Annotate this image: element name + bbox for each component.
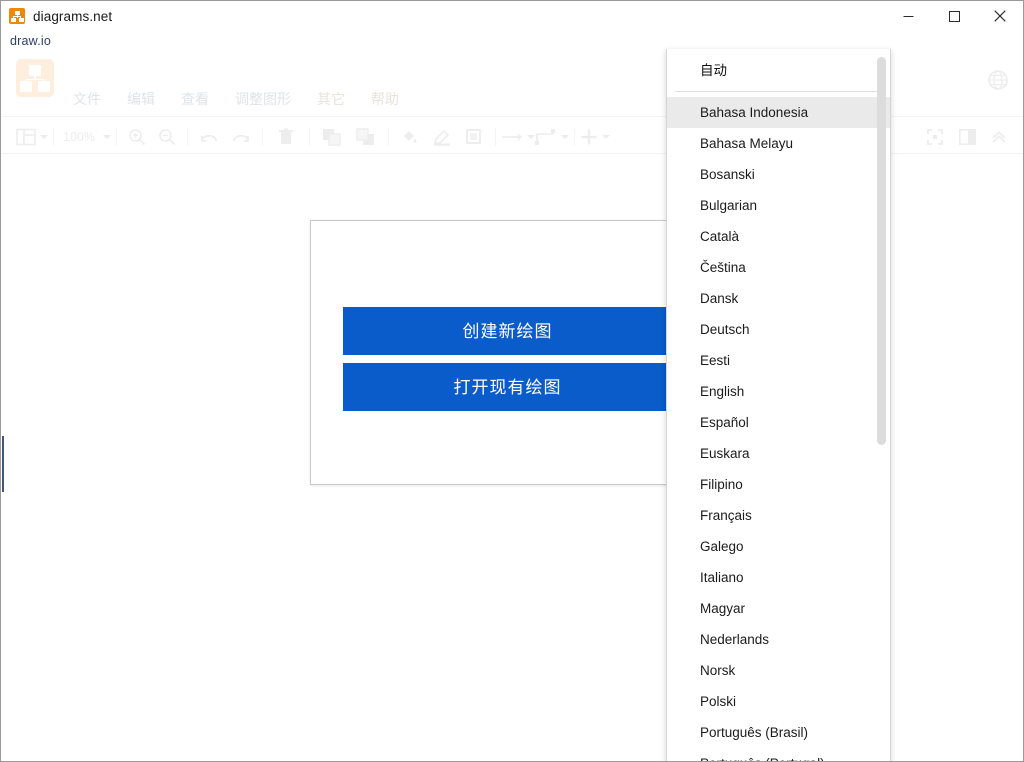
language-option-galego[interactable]: Galego [667,531,890,562]
zoom-level-button[interactable]: 100% [59,121,111,153]
language-menu-scrollbar-thumb[interactable] [877,57,886,445]
drawio-logo-icon [16,59,54,97]
toolbar-divider [261,127,263,146]
create-new-diagram-button[interactable]: 创建新绘图 [343,307,672,355]
fullscreen-icon[interactable] [919,121,951,153]
language-option-espanol[interactable]: Español [667,407,890,438]
language-option-eesti[interactable]: Eesti [667,345,890,376]
app-window: diagrams.net draw.io 文件 编辑 查看 调整图形 其它 帮助… [0,0,1024,762]
language-option-euskara[interactable]: Euskara [667,438,890,469]
close-button[interactable] [977,1,1023,31]
delete-icon[interactable] [268,121,304,153]
toolbar-divider [387,127,389,146]
language-option-catala[interactable]: Català [667,221,890,252]
left-edge-accent [2,436,4,492]
toolbar-divider [494,127,496,146]
waypoints-caret-icon[interactable] [560,134,569,139]
zoom-caret-icon[interactable] [102,134,111,139]
language-option-english[interactable]: English [667,376,890,407]
language-option-bosanski[interactable]: Bosanski [667,159,890,190]
toolbar-divider [115,127,117,146]
menu-item-view[interactable]: 查看 [178,87,212,111]
undo-icon[interactable] [193,121,225,153]
line-color-icon[interactable] [426,121,458,153]
toolbar-right-group [919,121,1023,153]
fill-color-icon[interactable] [394,121,426,153]
to-front-icon[interactable] [315,121,349,153]
zoom-out-icon[interactable] [152,121,182,153]
menu-item-arrange[interactable]: 调整图形 [232,87,294,111]
toolbar-divider [53,127,54,146]
view-layout-icon[interactable] [16,121,48,153]
toolbar-divider [186,127,188,146]
language-menu-divider [675,91,882,92]
language-option-magyar[interactable]: Magyar [667,593,890,624]
language-option-auto[interactable]: 自动 [667,55,890,86]
menu-item-edit[interactable]: 编辑 [124,87,158,111]
menu-item-extras[interactable]: 其它 [314,87,348,111]
collapse-icon[interactable] [983,121,1015,153]
app-subtitle: draw.io [10,34,52,48]
insert-caret-icon[interactable] [601,134,610,139]
language-option-nederlands[interactable]: Nederlands [667,624,890,655]
language-option-bahasa-indonesia[interactable]: Bahasa Indonesia [667,97,890,128]
language-list: 自动 Bahasa Indonesia Bahasa Melayu Bosans… [667,49,890,761]
language-dropdown-menu: 自动 Bahasa Indonesia Bahasa Melayu Bosans… [666,49,891,761]
language-menu-scrollbar-track[interactable] [877,53,888,759]
language-option-deutsch[interactable]: Deutsch [667,314,890,345]
toolbar-divider [308,127,310,146]
open-existing-diagram-button[interactable]: 打开现有绘图 [343,363,672,411]
zoom-in-icon[interactable] [122,121,152,153]
format-panel-icon[interactable] [951,121,983,153]
splash-dialog-content: 创建新绘图 打开现有绘图 语言 [311,221,702,484]
menu-items: 文件 编辑 查看 调整图形 其它 帮助 [70,87,402,111]
splash-dialog: 创建新绘图 打开现有绘图 语言 [310,220,703,485]
language-option-italiano[interactable]: Italiano [667,562,890,593]
view-layout-caret-icon[interactable] [40,134,48,139]
language-option-portugues-brasil[interactable]: Português (Brasil) [667,717,890,748]
zoom-level-label: 100% [63,129,95,144]
minimize-button[interactable] [885,1,931,31]
connection-arrow-caret-icon[interactable] [526,134,535,139]
language-option-bahasa-melayu[interactable]: Bahasa Melayu [667,128,890,159]
shadow-icon[interactable] [458,121,490,153]
language-option-portugues-portugal[interactable]: Português (Portugal) [667,748,890,761]
language-option-norsk[interactable]: Norsk [667,655,890,686]
window-title: diagrams.net [33,8,113,24]
redo-icon[interactable] [225,121,257,153]
connection-arrow-icon[interactable] [501,121,535,153]
language-option-francais[interactable]: Français [667,500,890,531]
language-option-filipino[interactable]: Filipino [667,469,890,500]
title-bar: diagrams.net [1,1,1023,31]
language-option-cestina[interactable]: Čeština [667,252,890,283]
insert-icon[interactable] [580,121,610,153]
app-logo-icon [9,8,25,24]
language-option-bulgarian[interactable]: Bulgarian [667,190,890,221]
toolbar-divider [573,127,575,146]
waypoints-icon[interactable] [534,121,569,153]
language-option-polski[interactable]: Polski [667,686,890,717]
maximize-button[interactable] [931,1,977,31]
to-back-icon[interactable] [349,121,383,153]
menu-item-file[interactable]: 文件 [70,87,104,111]
language-option-dansk[interactable]: Dansk [667,283,890,314]
globe-icon[interactable] [987,69,1009,91]
menu-item-help[interactable]: 帮助 [368,87,402,111]
